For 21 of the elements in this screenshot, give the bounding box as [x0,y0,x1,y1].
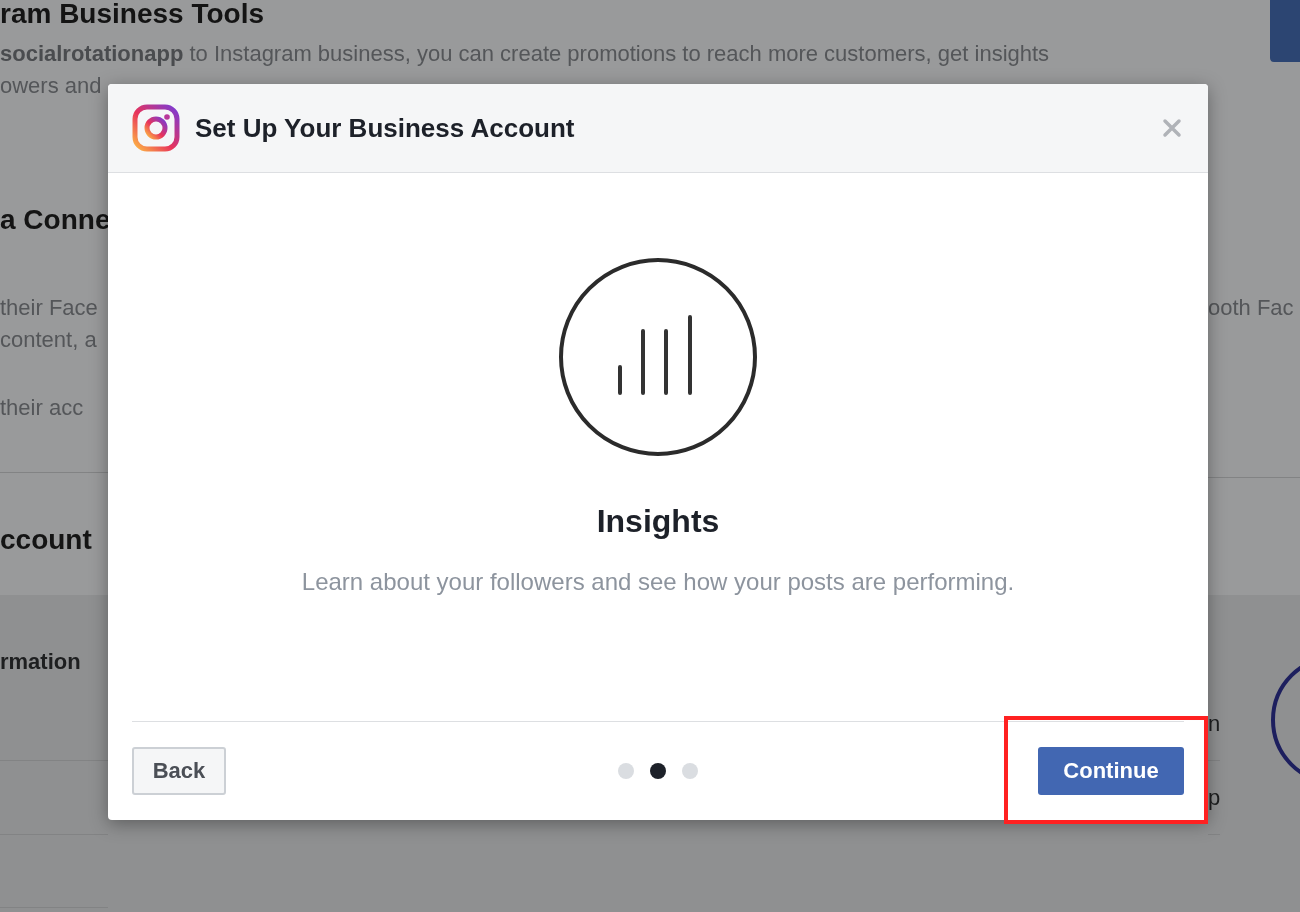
close-icon[interactable] [1162,118,1182,138]
row-text: n [1208,710,1221,738]
page-heading: ram Business Tools [0,0,265,31]
dialog-title: Set Up Your Business Account [195,112,575,144]
feature-title: Insights [596,502,720,541]
section-text: ooth Fac [1208,294,1295,322]
section-text: their acc [0,394,85,422]
page-button[interactable] [1270,0,1300,62]
section-text: content, a [0,326,98,354]
row-text: p [1208,784,1221,812]
intro-text: socialrotationapp to Instagram business, you can create promotions to reach more customers, get insights [0,40,1051,68]
feature-description: Learn about your followers and see how your posts are performing. [300,567,1016,597]
continue-button[interactable]: Continue [1038,747,1184,795]
section-heading: a Conne [0,203,108,237]
camera-logo-icon [132,104,180,152]
bar-chart-icon [558,257,758,457]
intro-text: owers and [0,72,103,100]
section-text: their Face [0,294,99,322]
back-button[interactable]: Back [132,747,226,795]
info-heading: rmation [0,648,82,676]
section-heading: ccount [0,523,93,557]
